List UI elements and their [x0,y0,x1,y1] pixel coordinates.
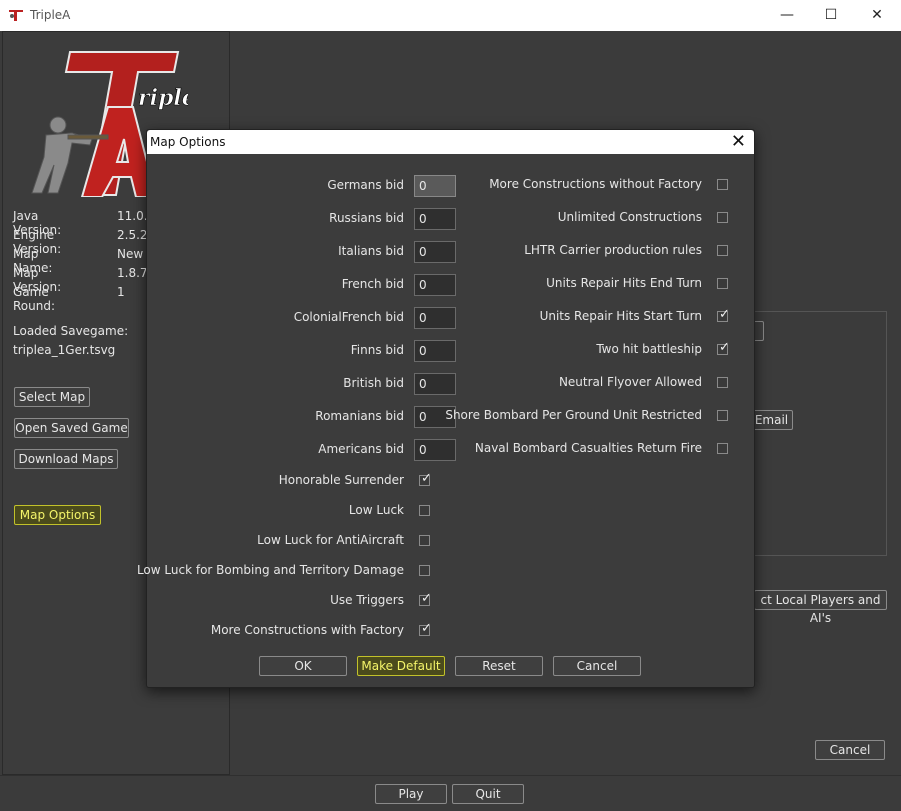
bid-label: Americans bid [318,442,404,456]
checkmark-icon: ✓ [421,621,432,636]
checkmark-icon: ✓ [719,307,730,322]
option-checkbox[interactable] [419,535,430,546]
bid-label: Russians bid [329,211,404,225]
option-label: Units Repair Hits End Turn [546,276,702,290]
ok-button[interactable]: OK [259,656,347,676]
option-label: Low Luck for AntiAircraft [257,533,404,547]
option-checkbox[interactable] [717,410,728,421]
reset-button[interactable]: Reset [455,656,543,676]
map-options-button[interactable]: Map Options [14,505,101,525]
option-label: Neutral Flyover Allowed [558,375,702,389]
checkmark-icon: ✓ [421,591,432,606]
bid-label: Italians bid [338,244,404,258]
bid-input[interactable]: 0 [414,373,456,395]
close-window-icon[interactable]: ✕ [866,5,888,25]
info-value: 1.8.7 [117,266,148,280]
option-checkbox[interactable]: ✓ [419,471,432,486]
dialog-titlebar: Map Options ✕ [147,130,754,154]
dialog-title: Map Options [150,135,226,149]
download-maps-button[interactable]: Download Maps [14,449,118,469]
bid-input[interactable]: 0 [414,439,456,461]
option-checkbox[interactable] [419,565,430,576]
option-label: Unlimited Constructions [557,210,702,224]
checkmark-icon: ✓ [421,471,432,486]
bid-label: Romanians bid [315,409,404,423]
option-checkbox[interactable] [717,377,728,388]
option-label: Honorable Surrender [278,473,404,487]
bid-label: Finns bid [350,343,404,357]
option-label: Use Triggers [330,593,404,607]
bottom-bar: Play Quit [0,775,901,811]
option-checkbox[interactable] [717,245,728,256]
bid-label: ColonialFrench bid [293,310,404,324]
select-local-players-button[interactable]: ct Local Players and AI's [754,590,887,625]
option-checkbox[interactable]: ✓ [419,591,432,606]
option-checkbox[interactable] [717,278,728,289]
map-options-dialog: Map Options ✕ Germans bid 0 Russians bid 0 I… [137,129,755,688]
option-checkbox[interactable]: ✓ [419,621,432,636]
bid-input[interactable]: 0 [414,274,456,296]
close-dialog-icon[interactable]: ✕ [731,131,746,153]
svg-text:riple: riple [138,85,188,111]
info-key: Game Round: [13,285,56,313]
option-label: Low Luck for Bombing and Territory Damag… [136,563,404,577]
option-checkbox[interactable]: ✓ [717,307,730,322]
email-button[interactable]: Email [750,410,793,430]
info-value: 1 [117,285,125,299]
option-label: LHTR Carrier production rules [524,243,702,257]
option-checkbox[interactable] [419,505,430,516]
maximize-icon[interactable]: ☐ [820,5,842,25]
bid-input[interactable]: 0 [414,175,456,197]
window-titlebar: TripleA — ☐ ✕ [0,0,901,31]
play-button[interactable]: Play [375,784,447,804]
bid-label: French bid [341,277,404,291]
option-label: Shore Bombard Per Ground Unit Restricted [445,408,702,422]
quit-button[interactable]: Quit [452,784,524,804]
dialog-cancel-button[interactable]: Cancel [553,656,641,676]
triplea-app-icon [8,8,24,22]
bid-input[interactable]: 0 [414,241,456,263]
bid-label: British bid [343,376,404,390]
bid-input[interactable]: 0 [414,208,456,230]
checkmark-icon: ✓ [719,340,730,355]
option-label: Two hit battleship [596,342,702,356]
loaded-savegame-label: Loaded Savegame: [13,324,129,338]
bid-input[interactable]: 0 [414,307,456,329]
minimize-icon[interactable]: — [776,5,798,25]
setup-cancel-button[interactable]: Cancel [815,740,885,760]
option-label: Units Repair Hits Start Turn [539,309,702,323]
select-map-button[interactable]: Select Map [14,387,90,407]
main-window: TripleA — ☐ ✕ riple Java Version: 11.0.6… [0,0,901,811]
bid-label: Germans bid [327,178,404,192]
option-label: More Constructions with Factory [210,623,404,637]
option-label: More Constructions without Factory [489,177,702,191]
bid-input[interactable]: 0 [414,340,456,362]
option-checkbox[interactable] [717,179,728,190]
option-label: Low Luck [348,503,404,517]
loaded-savegame-file: triplea_1Ger.tsvg [13,343,116,357]
option-checkbox[interactable] [717,443,728,454]
option-checkbox[interactable] [717,212,728,223]
make-default-button[interactable]: Make Default [357,656,445,676]
option-label: Naval Bombard Casualties Return Fire [474,441,702,455]
option-checkbox[interactable]: ✓ [717,340,730,355]
open-saved-game-button[interactable]: Open Saved Game [14,418,129,438]
window-title: TripleA [30,8,71,22]
